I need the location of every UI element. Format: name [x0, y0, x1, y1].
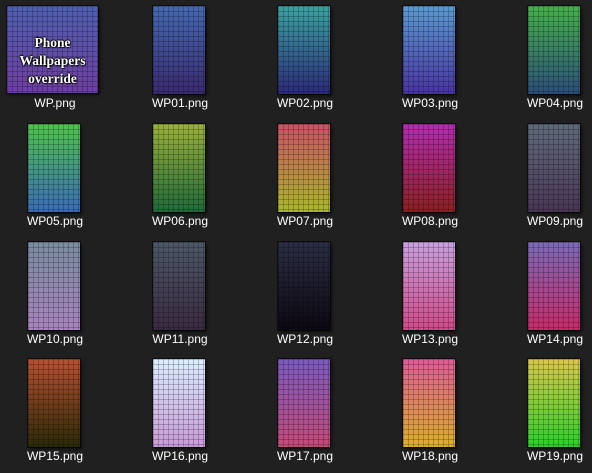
file-item[interactable]: WP13.png: [375, 236, 485, 346]
thumbnail-grid-pattern: [528, 359, 580, 447]
file-item[interactable]: WP16.png: [125, 353, 235, 463]
file-name-label: WP07.png: [276, 214, 334, 228]
file-item[interactable]: WP09.png: [500, 118, 592, 228]
file-name-label: WP16.png: [151, 449, 209, 463]
thumbnail-grid-pattern: [28, 242, 80, 330]
file-name-label: WP10.png: [26, 332, 84, 346]
thumbnail-grid-pattern: [278, 359, 330, 447]
file-name-label: WP08.png: [401, 214, 459, 228]
thumbnail-grid-pattern: [403, 124, 455, 212]
thumbnail-grid-pattern: [278, 124, 330, 212]
file-name-label: WP09.png: [526, 214, 584, 228]
thumbnail-grid-pattern: [153, 359, 205, 447]
file-item[interactable]: WP01.png: [125, 0, 235, 110]
thumbnail-grid-pattern: [528, 242, 580, 330]
thumbnail-grid-pattern: [153, 124, 205, 212]
file-item[interactable]: WP03.png: [375, 0, 485, 110]
file-name-label: WP11.png: [152, 332, 208, 346]
file-item[interactable]: WP07.png: [250, 118, 360, 228]
file-name-label: WP01.png: [151, 96, 209, 110]
file-item[interactable]: WP10.png: [0, 236, 110, 346]
thumbnail-grid-pattern: [403, 242, 455, 330]
file-item[interactable]: WP15.png: [0, 353, 110, 463]
file-name-label: WP.png: [34, 96, 76, 110]
file-name-label: WP05.png: [26, 214, 84, 228]
file-name-label: WP19.png: [526, 449, 584, 463]
file-thumbnail[interactable]: [278, 124, 330, 212]
file-name-label: WP15.png: [26, 449, 84, 463]
file-item[interactable]: WP14.png: [500, 236, 592, 346]
file-item[interactable]: WP19.png: [500, 353, 592, 463]
file-item[interactable]: WP12.png: [250, 236, 360, 346]
thumbnail-grid-pattern: [278, 6, 330, 94]
file-name-label: WP14.png: [526, 332, 584, 346]
file-grid: Phone Wallpapers override WP.png WP01.png W…: [0, 0, 592, 473]
file-item[interactable]: WP18.png: [375, 353, 485, 463]
thumbnail-grid-pattern: [403, 359, 455, 447]
file-thumbnail[interactable]: [403, 359, 455, 447]
file-thumbnail[interactable]: [403, 124, 455, 212]
file-name-label: WP04.png: [526, 96, 584, 110]
file-item[interactable]: WP17.png: [250, 353, 360, 463]
file-thumbnail[interactable]: [28, 124, 80, 212]
file-thumbnail[interactable]: [153, 242, 205, 330]
thumbnail-grid-pattern: [403, 6, 455, 94]
thumbnail-grid-pattern: [528, 124, 580, 212]
file-thumbnail[interactable]: [528, 6, 580, 94]
file-thumbnail[interactable]: [278, 6, 330, 94]
file-name-label: WP18.png: [401, 449, 459, 463]
file-thumbnail[interactable]: Phone Wallpapers override: [7, 6, 98, 93]
file-thumbnail[interactable]: [278, 242, 330, 330]
file-item[interactable]: WP04.png: [500, 0, 592, 110]
file-item[interactable]: WP05.png: [0, 118, 110, 228]
file-item[interactable]: WP06.png: [125, 118, 235, 228]
thumbnail-grid-pattern: [153, 242, 205, 330]
file-thumbnail[interactable]: [153, 6, 205, 94]
thumbnail-grid-pattern: [28, 124, 80, 212]
file-name-label: WP17.png: [276, 449, 334, 463]
thumbnail-grid-pattern: [28, 359, 80, 447]
file-thumbnail[interactable]: [528, 359, 580, 447]
file-thumbnail[interactable]: [403, 6, 455, 94]
file-thumbnail[interactable]: [528, 124, 580, 212]
file-item[interactable]: Phone Wallpapers override WP.png: [0, 0, 110, 110]
thumbnail-grid-pattern: [278, 242, 330, 330]
file-name-label: WP03.png: [401, 96, 459, 110]
file-name-label: WP12.png: [276, 332, 334, 346]
file-item[interactable]: WP02.png: [250, 0, 360, 110]
file-name-label: WP02.png: [276, 96, 334, 110]
thumbnail-grid-pattern: [153, 6, 205, 94]
file-thumbnail[interactable]: [28, 242, 80, 330]
thumbnail-grid-pattern: [528, 6, 580, 94]
file-thumbnail[interactable]: [278, 359, 330, 447]
file-thumbnail[interactable]: [153, 124, 205, 212]
file-name-label: WP06.png: [151, 214, 209, 228]
file-thumbnail[interactable]: [528, 242, 580, 330]
file-item[interactable]: WP08.png: [375, 118, 485, 228]
file-thumbnail[interactable]: [403, 242, 455, 330]
file-name-label: WP13.png: [401, 332, 459, 346]
thumbnail-caption: Phone Wallpapers override: [19, 35, 86, 86]
file-thumbnail[interactable]: [28, 359, 80, 447]
file-thumbnail[interactable]: [153, 359, 205, 447]
file-item[interactable]: WP11.png: [125, 236, 235, 346]
